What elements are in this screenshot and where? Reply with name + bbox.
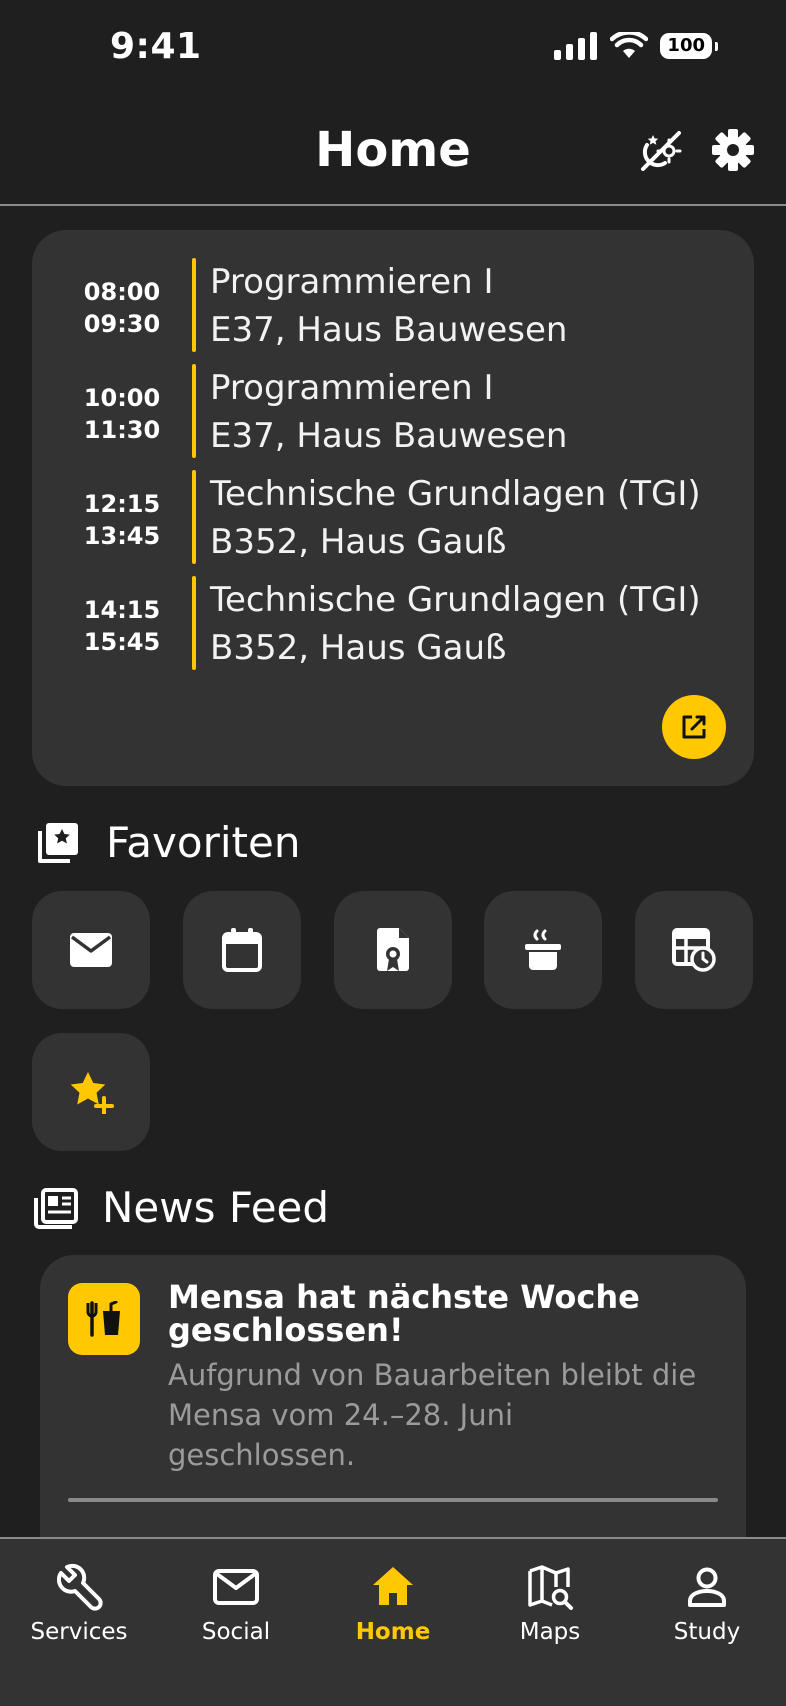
nav-home[interactable]: Home — [318, 1563, 468, 1645]
map-search-icon — [528, 1565, 573, 1610]
gear-icon — [712, 129, 754, 171]
nav-label: Services — [30, 1619, 128, 1645]
favorite-mail[interactable] — [32, 891, 150, 1009]
open-schedule-button[interactable] — [662, 695, 726, 759]
app-bar: Home — [0, 96, 786, 206]
theme-toggle-button[interactable] — [634, 124, 686, 176]
favorites-title: Favoriten — [106, 818, 301, 867]
start-time: 14:15 — [83, 596, 161, 624]
signal-icon — [554, 32, 598, 60]
newspaper-icon — [34, 1187, 78, 1229]
schedule-accent-bar — [192, 576, 196, 670]
favorites-collection-icon — [38, 822, 78, 863]
course-room: E37, Haus Bauwesen — [210, 310, 568, 350]
news-item-title: Mensa hat nächste Woche geschlossen! — [168, 1278, 640, 1349]
schedule-details: Programmieren I E37, Haus Bauwesen — [210, 364, 567, 460]
schedule-entry[interactable]: 14:15 15:45 Technische Grundlagen (TGI) … — [32, 576, 754, 672]
status-icons: 100 — [554, 32, 718, 60]
favorite-grades[interactable] — [334, 891, 452, 1009]
course-title: Technische Grundlagen (TGI) — [210, 580, 701, 620]
news-feed-header: News Feed — [32, 1183, 329, 1232]
favorites-header: Favoriten — [34, 818, 300, 867]
schedule-accent-bar — [192, 364, 196, 458]
schedule-details: Technische Grundlagen (TGI) B352, Haus G… — [210, 576, 701, 672]
news-item-badge — [68, 1283, 140, 1355]
favorite-timetable[interactable] — [635, 891, 753, 1009]
schedule-card[interactable]: 08:00 09:30 Programmieren I E37, Haus Ba… — [32, 230, 754, 786]
restaurant-icon — [86, 1301, 120, 1337]
schedule-details: Programmieren I E37, Haus Bauwesen — [210, 258, 567, 354]
schedule-details: Technische Grundlagen (TGI) B352, Haus G… — [210, 470, 701, 566]
schedule-times: 08:00 09:30 — [72, 276, 172, 340]
course-title: Technische Grundlagen (TGI) — [210, 474, 701, 514]
person-icon — [688, 1567, 726, 1607]
schedule-entry[interactable]: 08:00 09:30 Programmieren I E37, Haus Ba… — [32, 258, 754, 354]
status-time: 9:41 — [110, 26, 202, 67]
grade-document-icon — [377, 928, 409, 971]
mail-icon — [70, 933, 112, 967]
course-room: B352, Haus Gauß — [210, 522, 507, 562]
calendar-icon — [222, 928, 262, 972]
schedule-entry[interactable]: 12:15 13:45 Technische Grundlagen (TGI) … — [32, 470, 754, 566]
schedule-times: 14:15 15:45 — [72, 594, 172, 658]
course-title: Programmieren I — [210, 262, 494, 302]
course-room: E37, Haus Bauwesen — [210, 416, 568, 456]
mail-icon — [213, 1569, 259, 1605]
end-time: 11:30 — [83, 416, 161, 444]
news-item-body: Aufgrund von Bauarbeiten bleibt die Mens… — [168, 1358, 697, 1472]
end-time: 13:45 — [83, 522, 161, 550]
schedule-entry[interactable]: 10:00 11:30 Programmieren I E37, Haus Ba… — [32, 364, 754, 460]
settings-button[interactable] — [707, 124, 759, 176]
nav-services[interactable]: Services — [4, 1563, 154, 1645]
news-item-divider — [68, 1498, 718, 1502]
open-external-icon — [682, 715, 706, 739]
nav-study[interactable]: Study — [632, 1563, 782, 1645]
news-feed-title: News Feed — [102, 1183, 330, 1232]
favorite-calendar[interactable] — [183, 891, 301, 1009]
nav-maps[interactable]: Maps — [475, 1563, 625, 1645]
battery-indicator: 100 — [660, 33, 718, 59]
wrench-icon — [57, 1563, 103, 1611]
add-favorite-star-icon — [70, 1072, 114, 1114]
nav-label: Study — [673, 1619, 741, 1645]
schedule-accent-bar — [192, 470, 196, 564]
wifi-icon — [610, 32, 649, 58]
nav-social[interactable]: Social — [161, 1563, 311, 1645]
course-room: B352, Haus Gauß — [210, 628, 507, 668]
start-time: 08:00 — [83, 278, 161, 306]
schedule-times: 12:15 13:45 — [72, 488, 172, 552]
favorite-canteen[interactable] — [484, 891, 602, 1009]
timetable-clock-icon — [672, 928, 716, 972]
start-time: 10:00 — [83, 384, 161, 412]
schedule-times: 10:00 11:30 — [72, 382, 172, 446]
theme-toggle-icon — [641, 131, 682, 171]
canteen-pot-icon — [525, 929, 561, 970]
schedule-accent-bar — [192, 258, 196, 352]
nav-label: Maps — [519, 1619, 581, 1645]
bottom-navigation: Services Social Home Maps Study — [0, 1537, 786, 1706]
home-icon — [373, 1567, 413, 1605]
nav-label: Home — [355, 1619, 431, 1645]
end-time: 15:45 — [83, 628, 161, 656]
start-time: 12:15 — [83, 490, 161, 518]
add-favorite-button[interactable] — [32, 1033, 150, 1151]
end-time: 09:30 — [83, 310, 161, 338]
course-title: Programmieren I — [210, 368, 494, 408]
nav-label: Social — [201, 1619, 271, 1645]
status-bar: 9:41 100 — [0, 0, 786, 96]
